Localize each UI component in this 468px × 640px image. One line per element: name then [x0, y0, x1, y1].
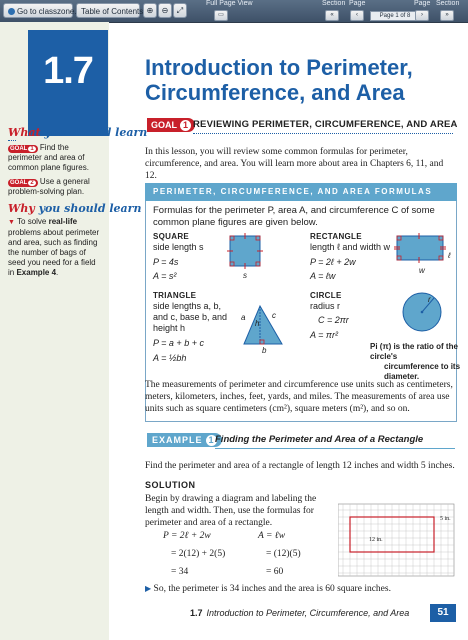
triangle-description-2: and c, base b, and: [153, 312, 228, 322]
area-eq-3: = 60: [266, 567, 284, 577]
page-title: Introduction to Perimeter, Circumference…: [145, 55, 413, 105]
zoom-in-icon: ⊕: [146, 6, 154, 15]
arrow-left-icon: ‹: [356, 12, 358, 18]
triangle-perimeter: P = a + b + c: [153, 338, 204, 348]
formula-intro: Formulas for the perimeter P, area A, an…: [153, 205, 435, 228]
triangle-description-3: height h: [153, 323, 186, 333]
what-you-should-learn-heading: What you should learn: [8, 126, 148, 139]
example-badge: EXAMPLE 1: [147, 433, 222, 447]
double-arrow-left-icon: «: [330, 12, 334, 18]
home-icon: [8, 8, 15, 15]
example-4-link[interactable]: Example 4: [16, 268, 56, 277]
section-label-left: Section: [322, 0, 346, 7]
zoom-out-button[interactable]: ⊖: [158, 3, 172, 18]
perimeter-eq-3: = 34: [171, 567, 189, 577]
goal-1-item: GOAL 1 Find the perimeter and area of com…: [8, 143, 89, 172]
why-you-should-learn-heading: Why you should learn it: [8, 202, 155, 215]
go-to-classzone-button[interactable]: Go to classzone.com: [3, 3, 92, 18]
full-page-icon: ▭: [218, 12, 224, 18]
page-footer: 1.7 Introduction to Perimeter, Circumfere…: [190, 608, 410, 618]
next-page-button[interactable]: ›: [415, 10, 429, 21]
perimeter-eq-2: = 2(12) + 2(5): [171, 549, 226, 559]
goal-2-item: GOAL 2 Use a general problem-solving plan…: [8, 177, 90, 196]
goal-title: REVIEWING PERIMETER, CIRCUMFERENCE, AND …: [193, 119, 458, 130]
intro-paragraph: In this lesson, you will review some com…: [145, 147, 444, 181]
square-area: A = s²: [153, 271, 177, 281]
circle-diagram: [402, 292, 442, 332]
zoom-out-icon: ⊖: [161, 6, 169, 15]
goal-badge: GOAL 1: [147, 118, 195, 132]
heading-divider: [8, 140, 16, 141]
units-paragraph: The measurements of perimeter and circum…: [145, 380, 453, 414]
rectangle-caption: RECTANGLE: [310, 232, 362, 241]
conclusion: ▶ So, the perimeter is 34 inches and the…: [145, 584, 391, 594]
page-label-left: Page: [349, 0, 366, 7]
circle-area: A = πr²: [310, 330, 338, 340]
previous-section-button[interactable]: «: [325, 10, 339, 21]
triangle-base-label: b: [262, 346, 267, 355]
zoom-in-button[interactable]: ⊕: [143, 3, 157, 18]
previous-page-button[interactable]: ‹: [350, 10, 364, 21]
triangle-caption: TRIANGLE: [153, 291, 197, 300]
triangle-area: A = ½bh: [153, 353, 187, 363]
viewer-toolbar: Go to classzone.com Table of Contents ⊕ …: [0, 0, 468, 23]
section-label-right: Section: [436, 0, 460, 7]
rectangle-area: A = ℓw: [310, 271, 336, 281]
circle-caption: CIRCLE: [310, 291, 342, 300]
next-section-button[interactable]: »: [440, 10, 454, 21]
page-label-right: Page: [414, 0, 431, 7]
square-side-label: s: [243, 271, 247, 280]
grid-length-label: 12 in.: [369, 537, 383, 543]
goal-2-pill: GOAL 2: [8, 179, 38, 187]
formula-box-header: PERIMETER, CIRCUMFERENCE, AND AREA FORMU…: [145, 183, 457, 201]
lesson-number: 1.7: [43, 50, 94, 92]
triangle-side-c-label: c: [272, 311, 276, 320]
pi-note: Pi (π) is the ratio of the circle's circ…: [370, 342, 461, 381]
full-page-view-label: Full Page View: [206, 0, 253, 7]
area-eq-1: A = ℓw: [258, 531, 286, 541]
page-number: 51: [430, 604, 456, 622]
circle-circumference: C = 2πr: [318, 315, 349, 325]
square-diagram: [227, 233, 263, 269]
square-description: side length s: [153, 242, 204, 252]
rectangle-diagram: [394, 233, 446, 263]
triangle-side-a-label: a: [241, 313, 246, 322]
arrow-bullet-icon: ▶: [145, 584, 152, 593]
rectangle-perimeter: P = 2ℓ + 2w: [310, 257, 356, 267]
triangle-bullet-icon: ▼: [8, 219, 15, 226]
double-arrow-right-icon: »: [445, 12, 449, 18]
table-of-contents-button[interactable]: Table of Contents: [76, 3, 143, 18]
triangle-height-label: h: [255, 319, 260, 328]
perimeter-eq-1: P = 2ℓ + 2w: [163, 531, 211, 541]
square-perimeter: P = 4s: [153, 257, 179, 267]
rectangle-length-label: ℓ: [448, 251, 451, 260]
fit-page-button[interactable]: ⤢: [173, 3, 187, 18]
page-indicator: Page 1 of 8: [370, 11, 420, 21]
goal-1-pill: GOAL 1: [8, 145, 38, 153]
triangle-description-1: side lengths a, b,: [153, 301, 222, 311]
circle-description: radius r: [310, 301, 341, 311]
solution-label: SOLUTION: [145, 480, 196, 490]
rectangle-width-label: w: [419, 266, 425, 275]
area-eq-2: = (12)(5): [266, 549, 301, 559]
why-text: ▼ To solve real-life problems about peri…: [8, 217, 100, 277]
rectangle-description: length ℓ and width w: [310, 242, 390, 252]
example-prompt: Find the perimeter and area of a rectang…: [145, 461, 455, 471]
square-caption: SQUARE: [153, 232, 190, 241]
arrow-right-icon: ›: [421, 12, 423, 18]
full-page-view-button[interactable]: ▭: [214, 10, 228, 21]
circle-radius-label: r: [428, 295, 431, 304]
grid-width-label: 5 in.: [440, 516, 451, 522]
solution-text: Begin by drawing a diagram and labeling …: [145, 494, 317, 528]
fit-page-icon: ⤢: [176, 6, 184, 15]
rectangle-grid-diagram: [338, 503, 455, 577]
example-title-underline: [215, 448, 455, 449]
goal-title-underline: [193, 133, 453, 134]
example-title: Finding the Perimeter and Area of a Rect…: [215, 434, 424, 445]
